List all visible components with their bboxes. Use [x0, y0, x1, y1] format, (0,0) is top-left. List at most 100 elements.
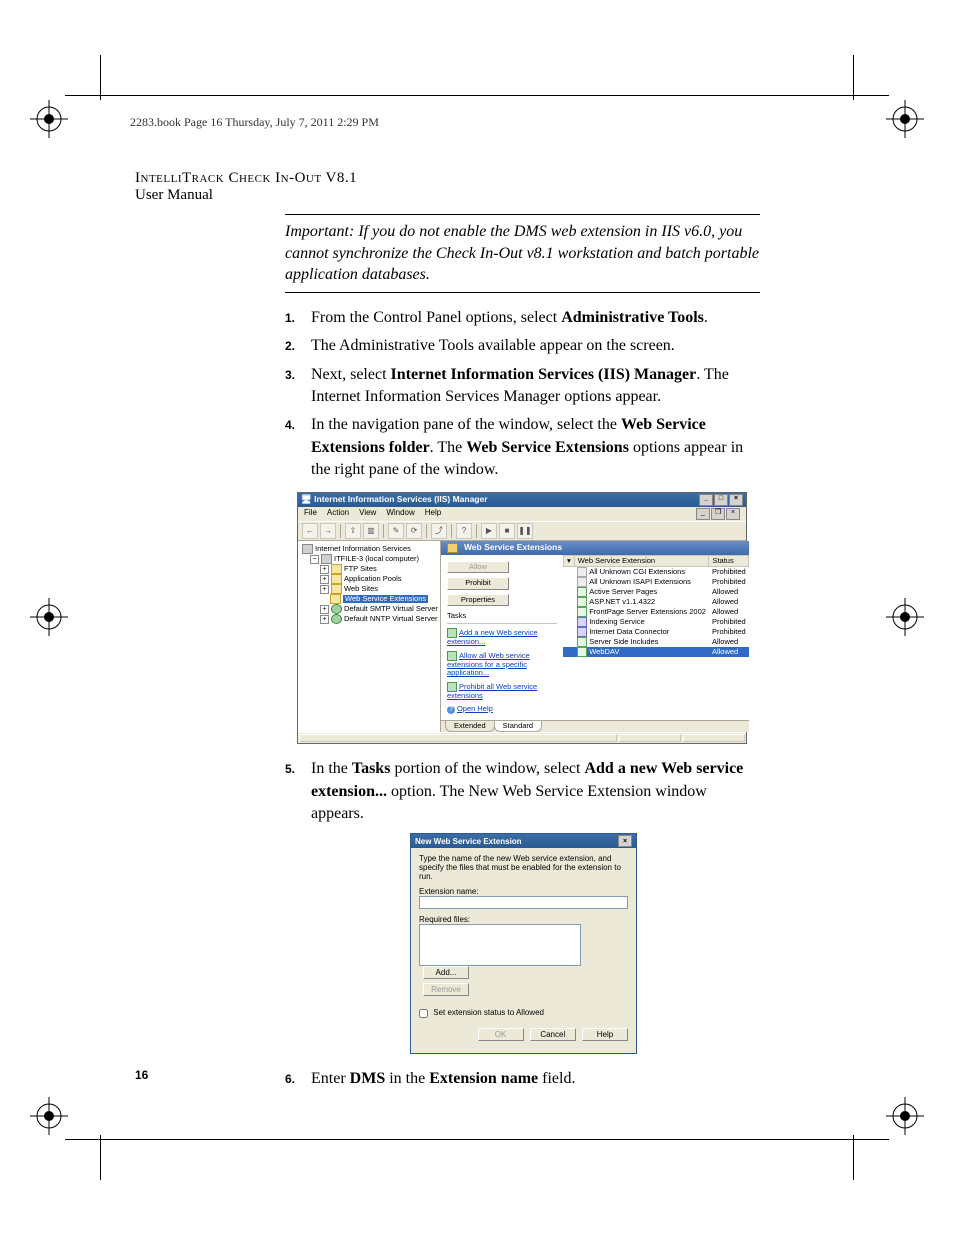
table-row[interactable]: ASP.NET v1.1.4322Allowed	[563, 597, 748, 607]
close-button[interactable]: ×	[618, 835, 632, 847]
expand-icon[interactable]: +	[320, 615, 329, 624]
mdi-close-button[interactable]: ×	[726, 508, 740, 520]
step-text: The Administrative Tools available appea…	[311, 335, 760, 357]
stop-icon[interactable]: ■	[499, 523, 515, 539]
table-row[interactable]: WebDAVAllowed	[563, 647, 748, 657]
tree-node[interactable]: FTP Sites	[344, 564, 377, 573]
page-number: 16	[135, 1068, 148, 1082]
steps-list: 5. In the Tasks portion of the window, s…	[285, 758, 760, 825]
table-row[interactable]: All Unknown ISAPI ExtensionsProhibited	[563, 577, 748, 587]
remove-file-button[interactable]: Remove	[423, 983, 469, 996]
status-bar	[298, 732, 746, 743]
crop-line	[100, 55, 101, 100]
extension-status-icon	[577, 577, 587, 587]
pause-icon[interactable]: ❚❚	[517, 523, 533, 539]
tree-node[interactable]: Default NNTP Virtual Server	[344, 614, 438, 623]
open-help-link[interactable]: ?Open Help	[447, 705, 557, 714]
text-run: portion of the window, select	[390, 760, 584, 777]
iis-manager-window: 🖥 Internet Information Services (IIS) Ma…	[297, 492, 747, 745]
mdi-minimize-button[interactable]: _	[696, 508, 710, 520]
back-arrow-icon[interactable]: ←	[302, 523, 318, 539]
properties-icon[interactable]: ✎	[388, 523, 404, 539]
minimize-button[interactable]: _	[699, 494, 713, 506]
menu-view[interactable]: View	[359, 508, 376, 520]
extension-status-icon	[577, 607, 587, 617]
required-files-label: Required files:	[419, 915, 628, 924]
dialog-titlebar: New Web Service Extension ×	[411, 834, 636, 848]
close-button[interactable]: ×	[729, 494, 743, 506]
mdi-restore-button[interactable]: ❐	[711, 508, 725, 520]
prohibit-all-link[interactable]: Prohibit all Web service extensions	[447, 682, 557, 701]
forward-arrow-icon[interactable]: →	[320, 523, 336, 539]
menu-window[interactable]: Window	[386, 508, 414, 520]
ok-button[interactable]: OK	[478, 1028, 524, 1041]
set-allowed-checkbox[interactable]	[419, 1009, 428, 1018]
registration-mark-icon	[886, 598, 924, 636]
running-head: 2283.book Page 16 Thursday, July 7, 2011…	[130, 115, 379, 130]
tree-node[interactable]: Web Sites	[344, 584, 378, 593]
help-button[interactable]: Help	[582, 1028, 628, 1041]
collapse-icon[interactable]: −	[310, 555, 319, 564]
tab-standard[interactable]: Standard	[494, 721, 542, 733]
extension-name-input[interactable]	[419, 896, 628, 909]
properties-button[interactable]: Properties	[447, 594, 509, 607]
menu-file[interactable]: File	[304, 508, 317, 520]
table-row[interactable]: All Unknown CGI ExtensionsProhibited	[563, 567, 748, 578]
crop-line	[853, 1135, 854, 1180]
table-row[interactable]: FrontPage Server Extensions 2002Allowed	[563, 607, 748, 617]
allow-button[interactable]: Allow	[447, 561, 509, 574]
menu-action[interactable]: Action	[327, 508, 349, 520]
expand-icon[interactable]: +	[320, 575, 329, 584]
tree-node[interactable]: Internet Information Services	[315, 544, 411, 553]
maximize-button[interactable]: □	[714, 494, 728, 506]
folder-icon	[447, 543, 458, 553]
column-header-name[interactable]: Web Service Extension	[574, 555, 709, 567]
wse-header: Web Service Extensions	[441, 541, 749, 555]
tree-node[interactable]: Default SMTP Virtual Server	[344, 604, 438, 613]
step-number: 1.	[285, 307, 311, 329]
text-run: In the	[311, 760, 352, 777]
sort-column[interactable]: ▾	[563, 555, 574, 567]
extension-name-label: Extension name:	[419, 887, 628, 896]
steps-list: 1. From the Control Panel options, selec…	[285, 307, 760, 482]
cancel-button[interactable]: Cancel	[530, 1028, 576, 1041]
expand-icon[interactable]: +	[320, 605, 329, 614]
text-run: From the Control Panel options, select	[311, 309, 561, 326]
help-icon[interactable]: ?	[456, 523, 472, 539]
step-text: In the Tasks portion of the window, sele…	[311, 758, 760, 825]
tree-node[interactable]: Application Pools	[344, 574, 402, 583]
tab-extended[interactable]: Extended	[445, 721, 495, 733]
tree-node[interactable]: ITFILE-3 (local computer)	[334, 554, 419, 563]
allow-all-link[interactable]: Allow all Web service extensions for a s…	[447, 651, 557, 678]
table-row[interactable]: Server Side IncludesAllowed	[563, 637, 748, 647]
show-hide-tree-icon[interactable]: ▥	[363, 523, 379, 539]
up-icon[interactable]: ⇧	[345, 523, 361, 539]
extension-status-icon	[577, 587, 587, 597]
table-row[interactable]: Active Server PagesAllowed	[563, 587, 748, 597]
column-header-status[interactable]: Status	[709, 555, 749, 567]
add-file-button[interactable]: Add...	[423, 966, 469, 979]
export-icon[interactable]: ⤴	[431, 523, 447, 539]
tree-node-selected[interactable]: Web Service Extensions	[343, 595, 428, 604]
table-row[interactable]: Indexing ServiceProhibited	[563, 617, 748, 627]
registration-mark-icon	[886, 1097, 924, 1135]
dialog-title: New Web Service Extension	[415, 837, 522, 846]
prohibit-button[interactable]: Prohibit	[447, 577, 509, 590]
table-row[interactable]: Internet Data ConnectorProhibited	[563, 627, 748, 637]
play-icon[interactable]: ▶	[481, 523, 497, 539]
expand-icon[interactable]: +	[320, 585, 329, 594]
refresh-icon[interactable]: ⟳	[406, 523, 422, 539]
menu-help[interactable]: Help	[425, 508, 441, 520]
text-run: .	[704, 309, 708, 326]
text-bold: Administrative Tools	[561, 309, 704, 326]
set-allowed-label: Set extension status to Allowed	[433, 1008, 544, 1017]
new-wse-dialog: New Web Service Extension × Type the nam…	[410, 833, 637, 1053]
menu-bar: File Action View Window Help _ ❐ ×	[298, 507, 746, 521]
navigation-tree[interactable]: Internet Information Services − ITFILE-3 …	[298, 541, 441, 733]
expand-icon[interactable]: +	[320, 565, 329, 574]
add-extension-link[interactable]: Add a new Web service extension...	[447, 628, 557, 647]
extension-status-icon	[577, 627, 587, 637]
required-files-list[interactable]	[419, 924, 581, 966]
registration-mark-icon	[30, 1097, 68, 1135]
folder-icon	[330, 594, 341, 604]
